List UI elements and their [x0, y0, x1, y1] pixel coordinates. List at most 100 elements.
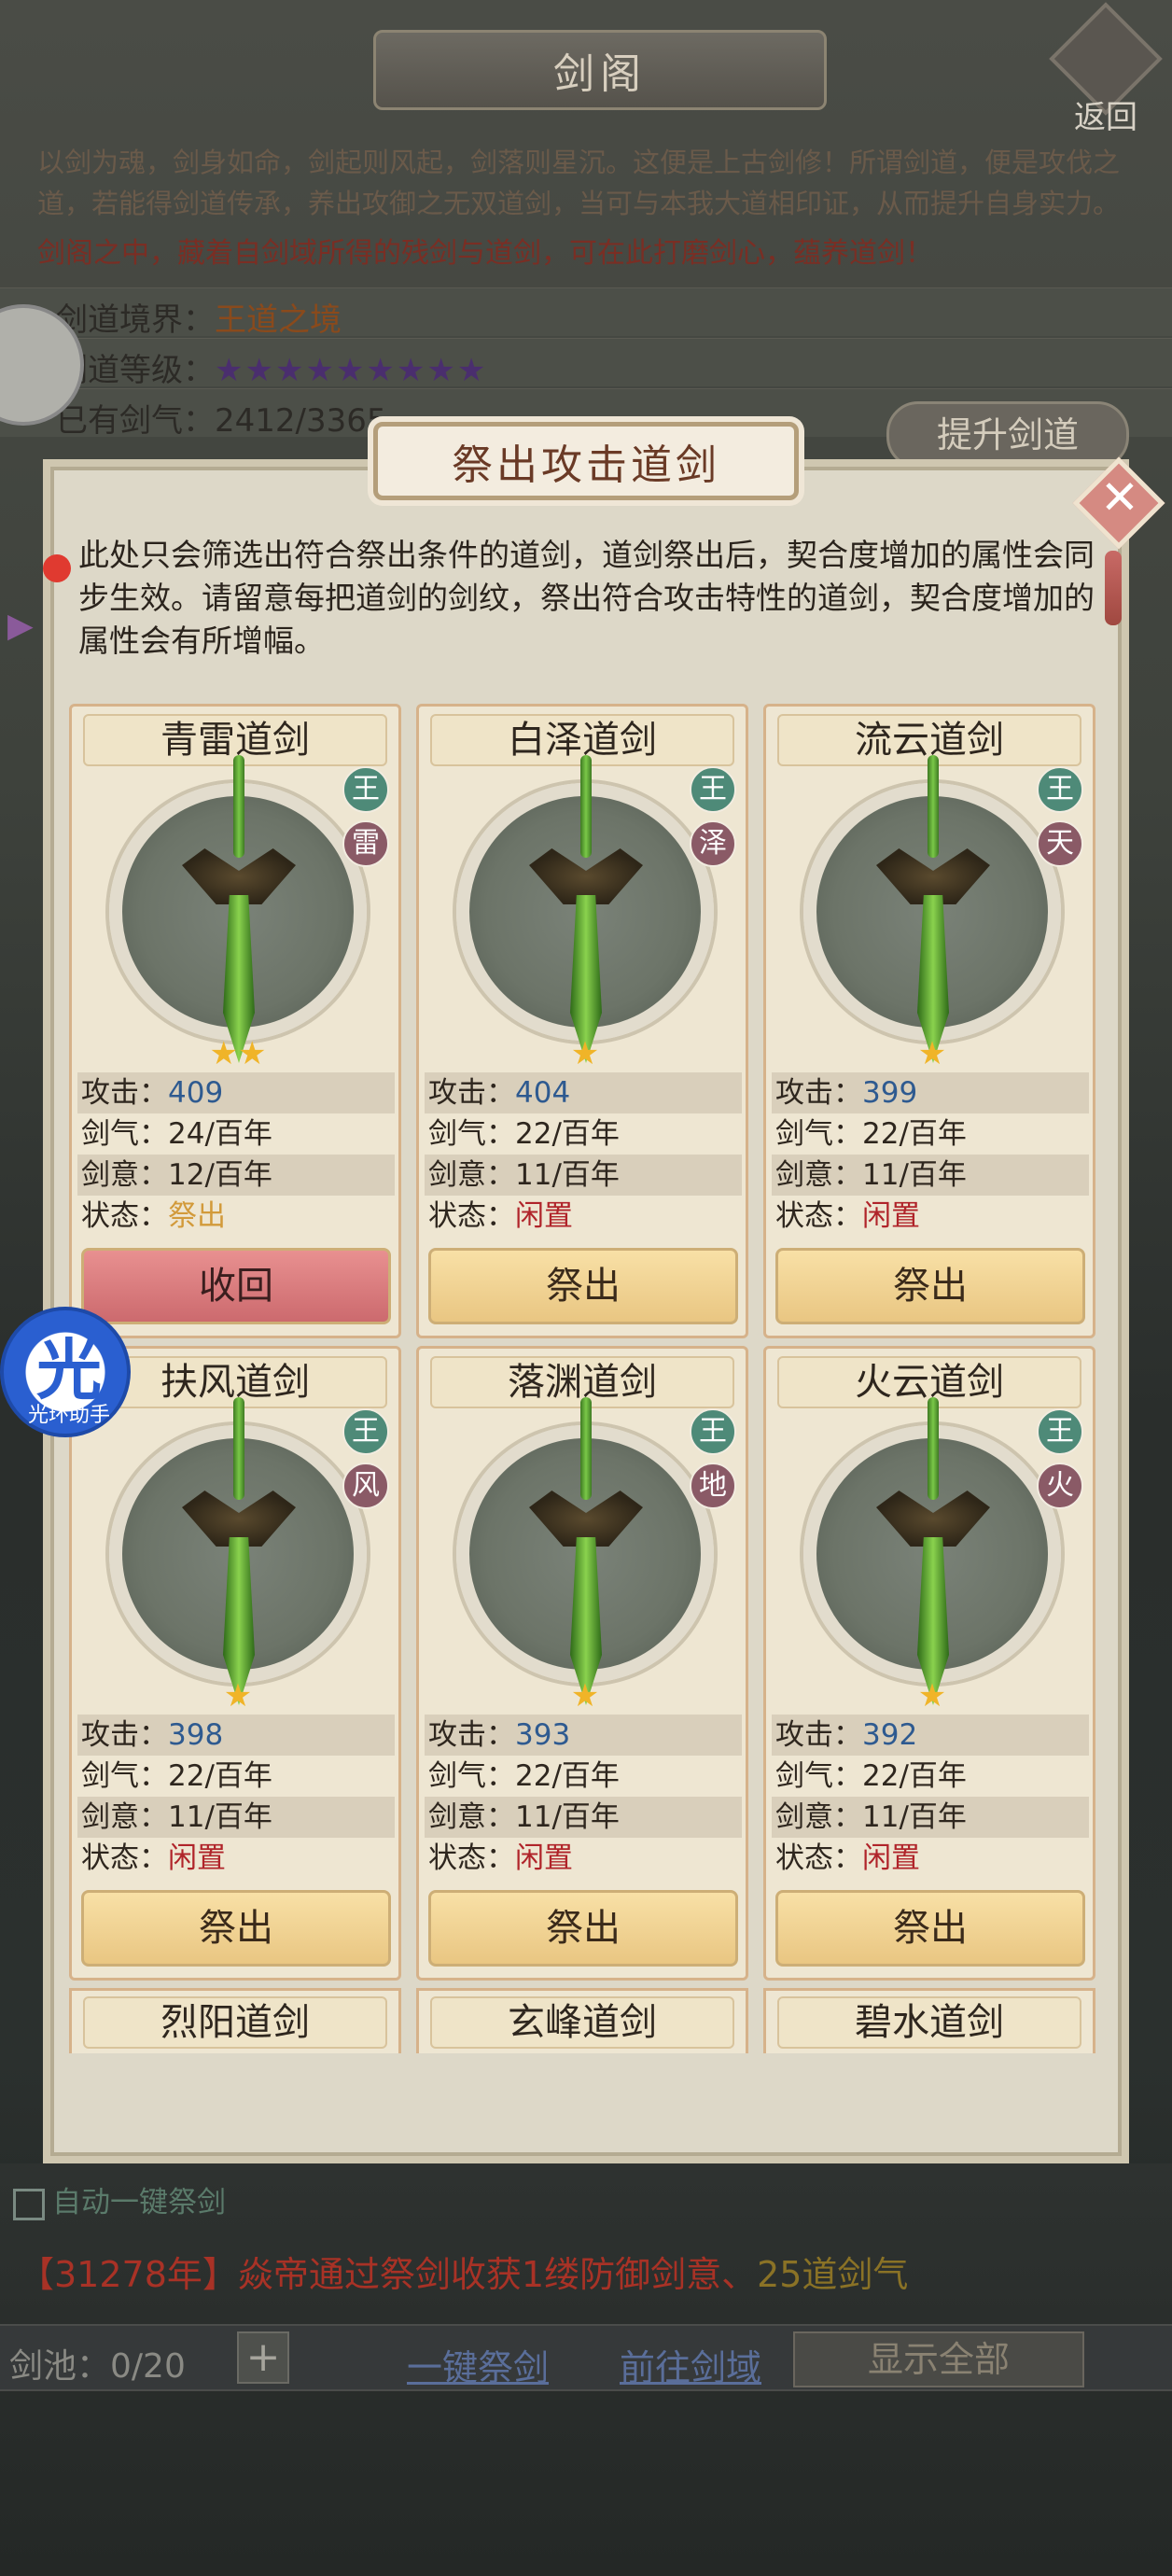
sword-icon: [876, 1397, 990, 1705]
qi-value: 22/百年: [168, 1759, 272, 1793]
intent-value: 11/百年: [515, 1158, 620, 1192]
state-label: 状态：: [81, 1841, 168, 1875]
checkbox-icon[interactable]: [13, 2188, 45, 2220]
release-button[interactable]: 祭出: [775, 1248, 1085, 1324]
event-log: 【31278年】焱帝通过祭剑收获1缕防御剑意、25道剑气: [19, 2246, 908, 2297]
intent-value: 12/百年: [168, 1158, 272, 1192]
qi-label: 剑气：: [81, 1117, 168, 1151]
add-pool-button[interactable]: +: [237, 2331, 289, 2384]
attack-value: 392: [862, 1718, 918, 1752]
intent-value: 11/百年: [862, 1800, 967, 1834]
star-rating: ★: [570, 1677, 600, 1715]
rank-badge-icon: 王: [690, 766, 736, 813]
state-value: 闲置: [515, 1841, 573, 1875]
star-rating: ★: [917, 1035, 947, 1072]
sword-icon: [182, 755, 296, 1063]
intent-label: 剑意：: [81, 1800, 168, 1834]
realm-label: 剑道境界：: [56, 301, 215, 339]
star-rating: ★: [223, 1677, 253, 1715]
release-button[interactable]: 祭出: [775, 1890, 1085, 1967]
level-stars: ★★★★★★★★★: [215, 352, 488, 389]
intent-label: 剑意：: [775, 1158, 862, 1192]
level-row: 剑道等级：★★★★★★★★★: [0, 338, 1172, 389]
state-label: 状态：: [775, 1199, 862, 1233]
rank-badge-icon: 王: [342, 766, 389, 813]
attack-label: 攻击：: [775, 1076, 862, 1110]
sword-icon: [529, 1397, 643, 1705]
sword-card: 落渊道剑 王 地 ★ 攻击：393 剑气：22/百年 剑意：11/百年 状态：闲…: [416, 1346, 748, 1981]
star-rating: ★: [917, 1677, 947, 1715]
attack-label: 攻击：: [775, 1718, 862, 1752]
page-title: 剑阁: [553, 50, 647, 98]
log-prefix: 【31278年】焱帝通过祭剑收获1: [19, 2254, 545, 2295]
sword-card-partial[interactable]: 玄峰道剑: [416, 1988, 748, 2053]
rank-badge-icon: 王: [690, 1408, 736, 1455]
back-button[interactable]: 返回: [1045, 2, 1166, 136]
intro-red-text: 剑阁之中，藏着自剑域所得的残剑与道剑，可在此打磨剑心，蕴养道剑！: [37, 237, 933, 270]
state-value: 祭出: [168, 1199, 226, 1233]
star-rating: ★: [570, 1035, 600, 1072]
state-value: 闲置: [862, 1841, 920, 1875]
attack-label: 攻击：: [428, 1718, 515, 1752]
sword-name: 烈阳道剑: [83, 1996, 387, 2049]
rank-badge-icon: 王: [342, 1408, 389, 1455]
sword-stats: 攻击：399 剑气：22/百年 剑意：11/百年 状态：闲置: [772, 1072, 1089, 1237]
state-label: 状态：: [81, 1199, 168, 1233]
pool-count: 剑池：0/20: [9, 2347, 186, 2386]
element-badge-icon: 地: [690, 1463, 736, 1509]
release-button[interactable]: 祭出: [81, 1890, 391, 1967]
qi-label: 剑气：: [775, 1759, 862, 1793]
assistant-float-button[interactable]: 光 光环助手: [0, 1307, 131, 1437]
state-value: 闲置: [862, 1199, 920, 1233]
qi-label: 剑气：: [775, 1117, 862, 1151]
attack-label: 攻击：: [81, 1718, 168, 1752]
dialog-title: 祭出攻击道剑: [452, 441, 720, 489]
sword-name: 玄峰道剑: [430, 1996, 734, 2049]
recall-button[interactable]: 收回: [81, 1248, 391, 1324]
sword-stats: 攻击：409 剑气：24/百年 剑意：12/百年 状态：祭出: [77, 1072, 395, 1237]
sword-card-partial[interactable]: 碧水道剑: [763, 1988, 1095, 2053]
release-button[interactable]: 祭出: [428, 1890, 738, 1967]
intent-value: 11/百年: [862, 1158, 967, 1192]
state-label: 状态：: [428, 1199, 515, 1233]
sword-icon: [182, 1397, 296, 1705]
qi-label: 剑气：: [81, 1759, 168, 1793]
sword-icon: [529, 755, 643, 1063]
sword-name: 碧水道剑: [777, 1996, 1081, 2049]
dialog-title-plate: 祭出攻击道剑: [373, 422, 799, 500]
log-highlight: 25道剑气: [757, 2254, 909, 2295]
auto-release-toggle[interactable]: 自动一键祭剑: [13, 2178, 226, 2220]
intent-value: 11/百年: [515, 1800, 620, 1834]
auto-release-label: 自动一键祭剑: [52, 2186, 226, 2219]
qi-value: 22/百年: [515, 1759, 620, 1793]
sword-card: 火云道剑 王 火 ★ 攻击：392 剑气：22/百年 剑意：11/百年 状态：闲…: [763, 1346, 1095, 1981]
realm-row: 剑道境界：王道之境: [0, 287, 1172, 339]
left-arrow-icon[interactable]: ▶: [7, 607, 35, 645]
sword-card-partial[interactable]: 烈阳道剑: [69, 1988, 401, 2053]
attack-value: 409: [168, 1076, 224, 1110]
sword-stats: 攻击：393 剑气：22/百年 剑意：11/百年 状态：闲置: [425, 1715, 742, 1879]
qi-value: 24/百年: [168, 1117, 272, 1151]
state-value: 闲置: [515, 1199, 573, 1233]
element-badge-icon: 泽: [690, 820, 736, 867]
close-button[interactable]: ✕: [1072, 456, 1166, 551]
sword-stats: 攻击：404 剑气：22/百年 剑意：11/百年 状态：闲置: [425, 1072, 742, 1237]
star-rating: ★★: [209, 1035, 267, 1072]
intent-label: 剑意：: [428, 1158, 515, 1192]
release-button[interactable]: 祭出: [428, 1248, 738, 1324]
sword-stats: 攻击：398 剑气：22/百年 剑意：11/百年 状态：闲置: [77, 1715, 395, 1879]
state-value: 闲置: [168, 1841, 226, 1875]
intent-label: 剑意：: [81, 1158, 168, 1192]
qi-value: 22/百年: [862, 1759, 967, 1793]
goto-domain-link[interactable]: 前往剑域: [620, 2339, 761, 2390]
one-click-release-link[interactable]: 一键祭剑: [407, 2339, 549, 2390]
qi-value: 22/百年: [862, 1117, 967, 1151]
show-all-dropdown[interactable]: 显示全部: [793, 2331, 1084, 2387]
sword-card: 扶风道剑 王 风 ★ 攻击：398 剑气：22/百年 剑意：11/百年 状态：闲…: [69, 1346, 401, 1981]
realm-value: 王道之境: [215, 301, 342, 339]
element-badge-icon: 天: [1037, 820, 1083, 867]
dialog-description: 此处只会筛选出符合祭出条件的道剑，道剑祭出后，契合度增加的属性会同步生效。请留意…: [78, 537, 1095, 659]
assistant-label: 光环助手: [27, 1404, 110, 1427]
sword-card: 白泽道剑 王 泽 ★ 攻击：404 剑气：22/百年 剑意：11/百年 状态：闲…: [416, 704, 748, 1338]
tassel-icon: [1105, 551, 1122, 625]
